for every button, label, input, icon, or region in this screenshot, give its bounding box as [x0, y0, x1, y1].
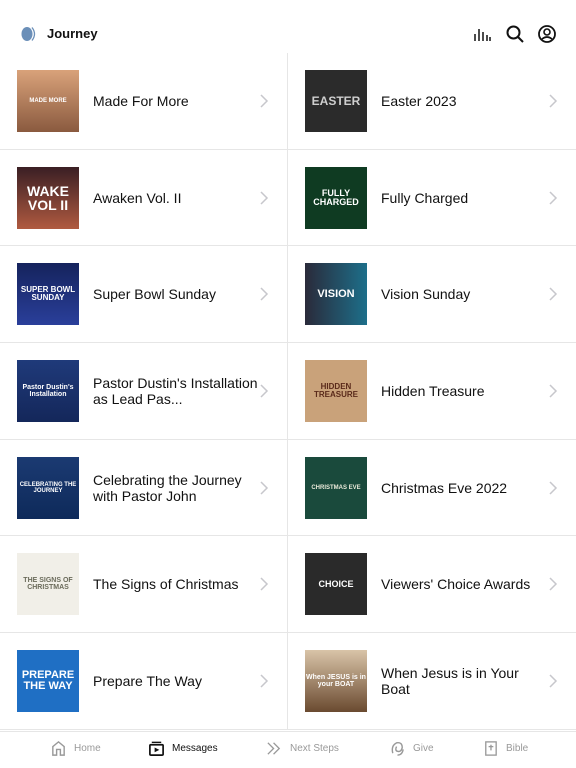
message-series-item[interactable]: PREPARE THE WAY Prepare The Way [0, 633, 288, 730]
series-title: Viewers' Choice Awards [381, 576, 531, 593]
series-thumbnail: SUPER BOWL SUNDAY [17, 263, 79, 326]
tab-bible[interactable]: Bible [482, 740, 528, 757]
chevron-right-icon [260, 577, 269, 591]
series-thumbnail: VISION [305, 263, 367, 326]
tab-give[interactable]: Give [389, 740, 434, 757]
series-thumbnail: When JESUS is in your BOAT [305, 650, 367, 713]
thumbnail-text: WAKE VOL II [27, 182, 69, 213]
series-thumbnail: HIDDEN TREASURE [305, 360, 367, 423]
message-series-item[interactable]: FULLY CHARGED Fully Charged [288, 150, 576, 247]
thumbnail-text: When JESUS is in your BOAT [306, 674, 366, 689]
tab-label: Home [74, 743, 101, 754]
message-series-item[interactable]: HIDDEN TREASURE Hidden Treasure [288, 343, 576, 440]
thumbnail-text: VISION [317, 287, 355, 300]
series-title: Vision Sunday [381, 286, 471, 303]
series-thumbnail: CHOICE [305, 553, 367, 616]
thumbnail-text: EASTER [311, 94, 361, 108]
chevron-right-icon [260, 481, 269, 495]
app-title: Journey [47, 26, 98, 41]
thumbnail-text: HIDDEN TREASURE [313, 382, 358, 400]
series-thumbnail: MADE MORE [17, 70, 79, 132]
thumbnail-text: MADE MORE [29, 98, 67, 104]
thumbnail-text: CELEBRATING THE JOURNEY [19, 481, 77, 494]
thumbnail-text: PREPARE THE WAY [21, 669, 75, 693]
message-series-item[interactable]: VISION Vision Sunday [288, 246, 576, 344]
chevron-right-icon [549, 191, 558, 205]
thumbnail-text: THE SIGNS OF CHRISTMAS [23, 577, 73, 592]
chevron-right-icon [549, 577, 558, 591]
messages-grid: MADE MORE Made For More EASTER Easter 20… [0, 53, 576, 730]
series-title: Celebrating the Journey with Pastor John [93, 471, 242, 504]
thumbnail-text: SUPER BOWL SUNDAY [20, 285, 76, 303]
series-title: Easter 2023 [381, 92, 457, 109]
thumbnail-text: Pastor Dustin's Installation [22, 384, 74, 399]
tab-label: Bible [506, 743, 529, 754]
messages-icon [149, 741, 164, 756]
chevron-right-icon [260, 94, 269, 108]
thumbnail-text: FULLY CHARGED [313, 187, 359, 207]
journey-logo-icon [21, 27, 36, 41]
series-title: Pastor Dustin's Installation as Lead Pas… [93, 374, 258, 407]
message-series-item[interactable]: Pastor Dustin's Installation Pastor Dust… [0, 343, 288, 440]
message-series-item[interactable]: WAKE VOL II Awaken Vol. II [0, 149, 288, 247]
thumbnail-text: CHOICE [318, 578, 354, 589]
chevron-right-icon [260, 287, 269, 301]
series-title: Super Bowl Sunday [93, 286, 216, 303]
chevron-right-icon [260, 384, 269, 398]
message-series-item[interactable]: When JESUS is in your BOAT When Jesus is… [288, 633, 576, 730]
give-icon [391, 741, 404, 756]
series-thumbnail: CELEBRATING THE JOURNEY [17, 456, 79, 519]
message-series-item[interactable]: SUPER BOWL SUNDAY Super Bowl Sunday [0, 246, 288, 344]
series-thumbnail: EASTER [305, 70, 367, 132]
chevron-right-icon [549, 94, 558, 108]
series-title: Made For More [93, 92, 189, 109]
chevron-right-icon [549, 481, 558, 495]
chevron-right-icon [260, 191, 269, 205]
tab-messages[interactable]: Messages [148, 740, 218, 757]
series-thumbnail: Pastor Dustin's Installation [17, 360, 79, 423]
search-icon[interactable] [505, 24, 525, 44]
tab-bar: Home Messages Next Steps Give Bible [0, 731, 576, 768]
thumbnail-text: CHRISTMAS EVE [311, 484, 361, 491]
tab-home[interactable]: Home [50, 740, 101, 757]
series-thumbnail: FULLY CHARGED [305, 166, 367, 229]
message-series-item[interactable]: CHOICE Viewers' Choice Awards [288, 536, 576, 634]
account-icon[interactable] [537, 24, 557, 44]
series-thumbnail: THE SIGNS OF CHRISTMAS [17, 553, 79, 616]
message-series-item[interactable]: CHRISTMAS EVE Christmas Eve 2022 [288, 440, 576, 537]
tab-label: Give [413, 743, 434, 754]
bible-icon [485, 741, 497, 756]
series-title: Prepare The Way [93, 672, 202, 689]
series-title: Christmas Eve 2022 [381, 479, 508, 496]
tab-label: Next Steps [290, 743, 339, 754]
series-thumbnail: PREPARE THE WAY [17, 650, 79, 713]
message-series-item[interactable]: EASTER Easter 2023 [288, 53, 576, 150]
message-series-item[interactable]: CELEBRATING THE JOURNEY Celebrating the … [0, 439, 288, 537]
series-title: Awaken Vol. II [93, 189, 182, 206]
chevron-right-icon [260, 674, 269, 688]
audio-bars-icon[interactable] [472, 24, 492, 44]
series-title: When Jesus is in Your Boat [381, 664, 519, 697]
double-chevron-icon [267, 742, 281, 755]
tab-label: Messages [172, 743, 218, 754]
series-title: Fully Charged [381, 189, 469, 206]
message-series-item[interactable]: MADE MORE Made For More [0, 53, 288, 150]
series-title: The Signs of Christmas [93, 576, 239, 593]
series-title: Hidden Treasure [381, 382, 485, 399]
series-thumbnail: CHRISTMAS EVE [305, 456, 367, 519]
home-icon [52, 740, 65, 756]
chevron-right-icon [549, 287, 558, 301]
message-series-item[interactable]: THE SIGNS OF CHRISTMAS The Signs of Chri… [0, 536, 288, 634]
chevron-right-icon [549, 384, 558, 398]
tab-next-steps[interactable]: Next Steps [266, 740, 339, 757]
chevron-right-icon [549, 674, 558, 688]
header: Journey [0, 0, 576, 53]
series-thumbnail: WAKE VOL II [17, 166, 79, 229]
